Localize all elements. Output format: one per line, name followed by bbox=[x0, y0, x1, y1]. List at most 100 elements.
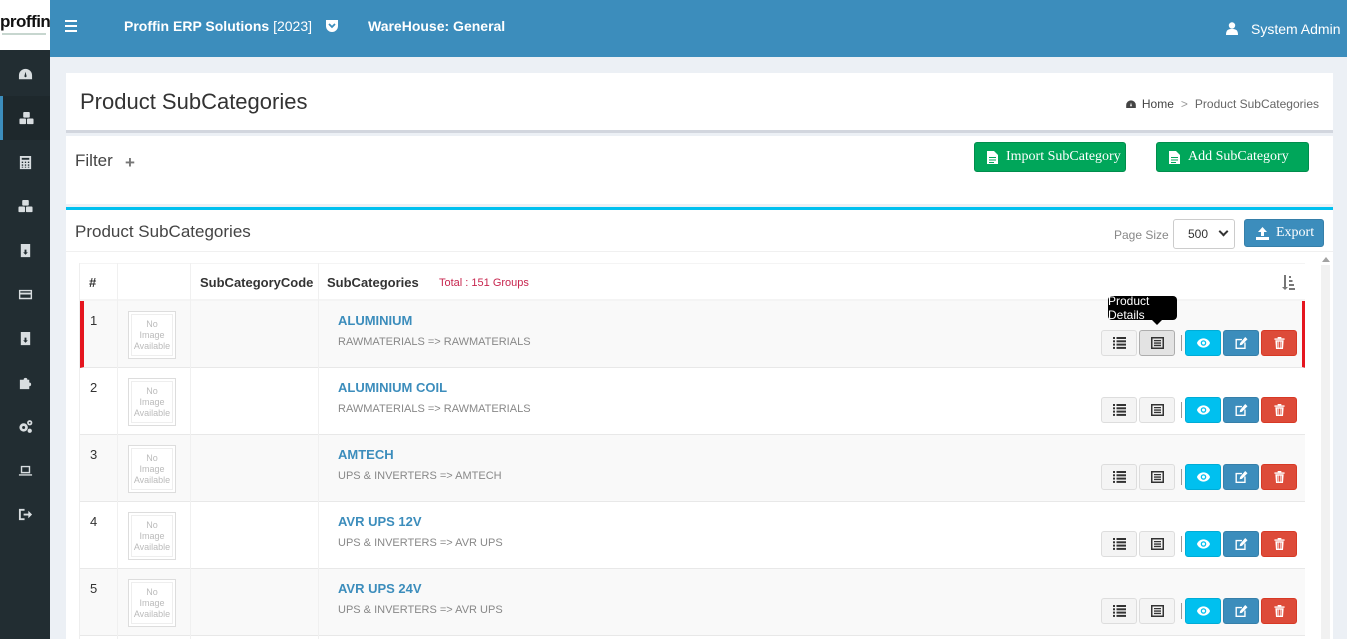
column-header-code[interactable]: SubCategoryCode bbox=[200, 275, 313, 290]
view-button[interactable] bbox=[1185, 464, 1221, 490]
view-button[interactable] bbox=[1185, 330, 1221, 356]
no-image-word: No bbox=[146, 586, 158, 597]
filter-expand-icon[interactable]: + bbox=[125, 153, 135, 173]
breadcrumb-home[interactable]: Home bbox=[1142, 97, 1174, 111]
subcategory-path: UPS & INVERTERS => AMTECH bbox=[338, 470, 502, 482]
edit-button[interactable] bbox=[1223, 531, 1259, 557]
user-menu[interactable]: System Admin bbox=[1251, 21, 1340, 37]
sidebar-item-inventory[interactable] bbox=[0, 184, 50, 228]
trash-icon bbox=[1273, 471, 1285, 483]
file-icon bbox=[987, 150, 998, 164]
sidebar-item-logout[interactable] bbox=[0, 492, 50, 536]
export-label: Export bbox=[1276, 225, 1315, 240]
table-row[interactable]: 3 No Image Available AMTECH UPS & INVERTERS =… bbox=[80, 435, 1305, 502]
sidebar-item-products[interactable] bbox=[0, 96, 50, 140]
calculator-icon bbox=[19, 155, 31, 169]
table-row[interactable]: 5 No Image Available AVR UPS 24V UPS & INVERT… bbox=[80, 569, 1305, 636]
sidebar bbox=[0, 50, 50, 639]
delete-button[interactable] bbox=[1261, 397, 1297, 423]
edit-button[interactable] bbox=[1223, 397, 1259, 423]
cubes-icon bbox=[17, 199, 33, 212]
delete-button[interactable] bbox=[1261, 598, 1297, 624]
product-details-button[interactable] bbox=[1139, 464, 1175, 490]
list-button[interactable] bbox=[1101, 397, 1137, 423]
column-header-subcategories[interactable]: SubCategories bbox=[327, 275, 419, 290]
sidebar-item-purchase[interactable] bbox=[0, 228, 50, 272]
product-details-button[interactable] bbox=[1139, 330, 1175, 356]
page-size-select[interactable]: 500 bbox=[1173, 219, 1235, 249]
logo[interactable]: proffin bbox=[0, 0, 50, 50]
export-button[interactable]: Export bbox=[1244, 219, 1324, 247]
sidebar-item-accounts[interactable] bbox=[0, 140, 50, 184]
sign-out-icon bbox=[18, 508, 32, 520]
import-subcategory-button[interactable]: Import SubCategory bbox=[974, 142, 1126, 172]
separator bbox=[1181, 603, 1182, 619]
sidebar-item-sales[interactable] bbox=[0, 316, 50, 360]
subcategory-name-link[interactable]: ALUMINIUM bbox=[338, 313, 412, 328]
view-button[interactable] bbox=[1185, 531, 1221, 557]
list-button[interactable] bbox=[1101, 330, 1137, 356]
subcategory-name-link[interactable]: AMTECH bbox=[338, 447, 394, 462]
sidebar-item-system[interactable] bbox=[0, 448, 50, 492]
chevron-circle-down-icon[interactable] bbox=[325, 19, 339, 33]
divider bbox=[66, 251, 1333, 252]
no-image-word: No bbox=[146, 318, 158, 329]
edit-icon bbox=[1235, 404, 1247, 416]
no-image-placeholder: No Image Available bbox=[128, 445, 176, 493]
no-image-word: No bbox=[146, 519, 158, 530]
eye-icon bbox=[1196, 472, 1210, 482]
sidebar-item-settings[interactable] bbox=[0, 404, 50, 448]
delete-button[interactable] bbox=[1261, 330, 1297, 356]
no-image-text: No Image Available bbox=[131, 515, 173, 557]
no-image-word: No bbox=[146, 452, 158, 463]
eye-icon bbox=[1196, 338, 1210, 348]
no-image-placeholder: No Image Available bbox=[128, 311, 176, 359]
user-icon bbox=[1226, 22, 1238, 35]
column-header-num[interactable]: # bbox=[89, 275, 96, 290]
separator bbox=[1181, 335, 1182, 351]
trash-icon bbox=[1273, 337, 1285, 349]
sort-amount-icon[interactable] bbox=[1281, 274, 1295, 290]
list-button[interactable] bbox=[1101, 464, 1137, 490]
sidebar-item-modules[interactable] bbox=[0, 360, 50, 404]
view-button[interactable] bbox=[1185, 397, 1221, 423]
subcategory-name-link[interactable]: ALUMINIUM COIL bbox=[338, 380, 447, 395]
list-button[interactable] bbox=[1101, 598, 1137, 624]
no-image-word: Available bbox=[133, 608, 171, 619]
sidebar-item-payments[interactable] bbox=[0, 272, 50, 316]
laptop-icon bbox=[18, 465, 32, 476]
sidebar-item-dashboard[interactable] bbox=[0, 52, 50, 96]
list-icon bbox=[1112, 605, 1126, 617]
product-details-button[interactable] bbox=[1139, 397, 1175, 423]
subcategory-name-link[interactable]: AVR UPS 12V bbox=[338, 514, 422, 529]
subcategory-list-panel: Product SubCategories Page Size 500 Expo… bbox=[66, 207, 1333, 639]
delete-button[interactable] bbox=[1261, 464, 1297, 490]
filter-title[interactable]: Filter bbox=[75, 151, 113, 171]
puzzle-icon bbox=[19, 377, 31, 389]
row-number: 3 bbox=[90, 447, 98, 462]
table-row[interactable]: 2 No Image Available ALUMINIUM COIL RAWMATERI… bbox=[80, 368, 1305, 435]
row-actions bbox=[1101, 330, 1299, 356]
edit-icon bbox=[1235, 538, 1247, 550]
menu-toggle-icon[interactable] bbox=[65, 20, 77, 32]
view-button[interactable] bbox=[1185, 598, 1221, 624]
edit-button[interactable] bbox=[1223, 330, 1259, 356]
scrollbar[interactable] bbox=[1321, 265, 1330, 639]
list-button[interactable] bbox=[1101, 531, 1137, 557]
edit-button[interactable] bbox=[1223, 464, 1259, 490]
add-subcategory-button[interactable]: Add SubCategory bbox=[1156, 142, 1309, 172]
scroll-up-arrow[interactable] bbox=[1322, 257, 1330, 262]
list-icon bbox=[1112, 404, 1126, 416]
warehouse-label[interactable]: WareHouse: General bbox=[368, 18, 505, 34]
edit-button[interactable] bbox=[1223, 598, 1259, 624]
subcategory-name-link[interactable]: AVR UPS 24V bbox=[338, 581, 422, 596]
column-divider bbox=[318, 263, 319, 639]
edit-icon bbox=[1235, 605, 1247, 617]
list-alt-icon bbox=[1150, 538, 1164, 550]
product-details-button[interactable] bbox=[1139, 598, 1175, 624]
table-row[interactable]: 4 No Image Available AVR UPS 12V UPS & INVERT… bbox=[80, 502, 1305, 569]
eye-icon bbox=[1196, 405, 1210, 415]
delete-button[interactable] bbox=[1261, 531, 1297, 557]
product-details-button[interactable] bbox=[1139, 531, 1175, 557]
eye-icon bbox=[1196, 539, 1210, 549]
